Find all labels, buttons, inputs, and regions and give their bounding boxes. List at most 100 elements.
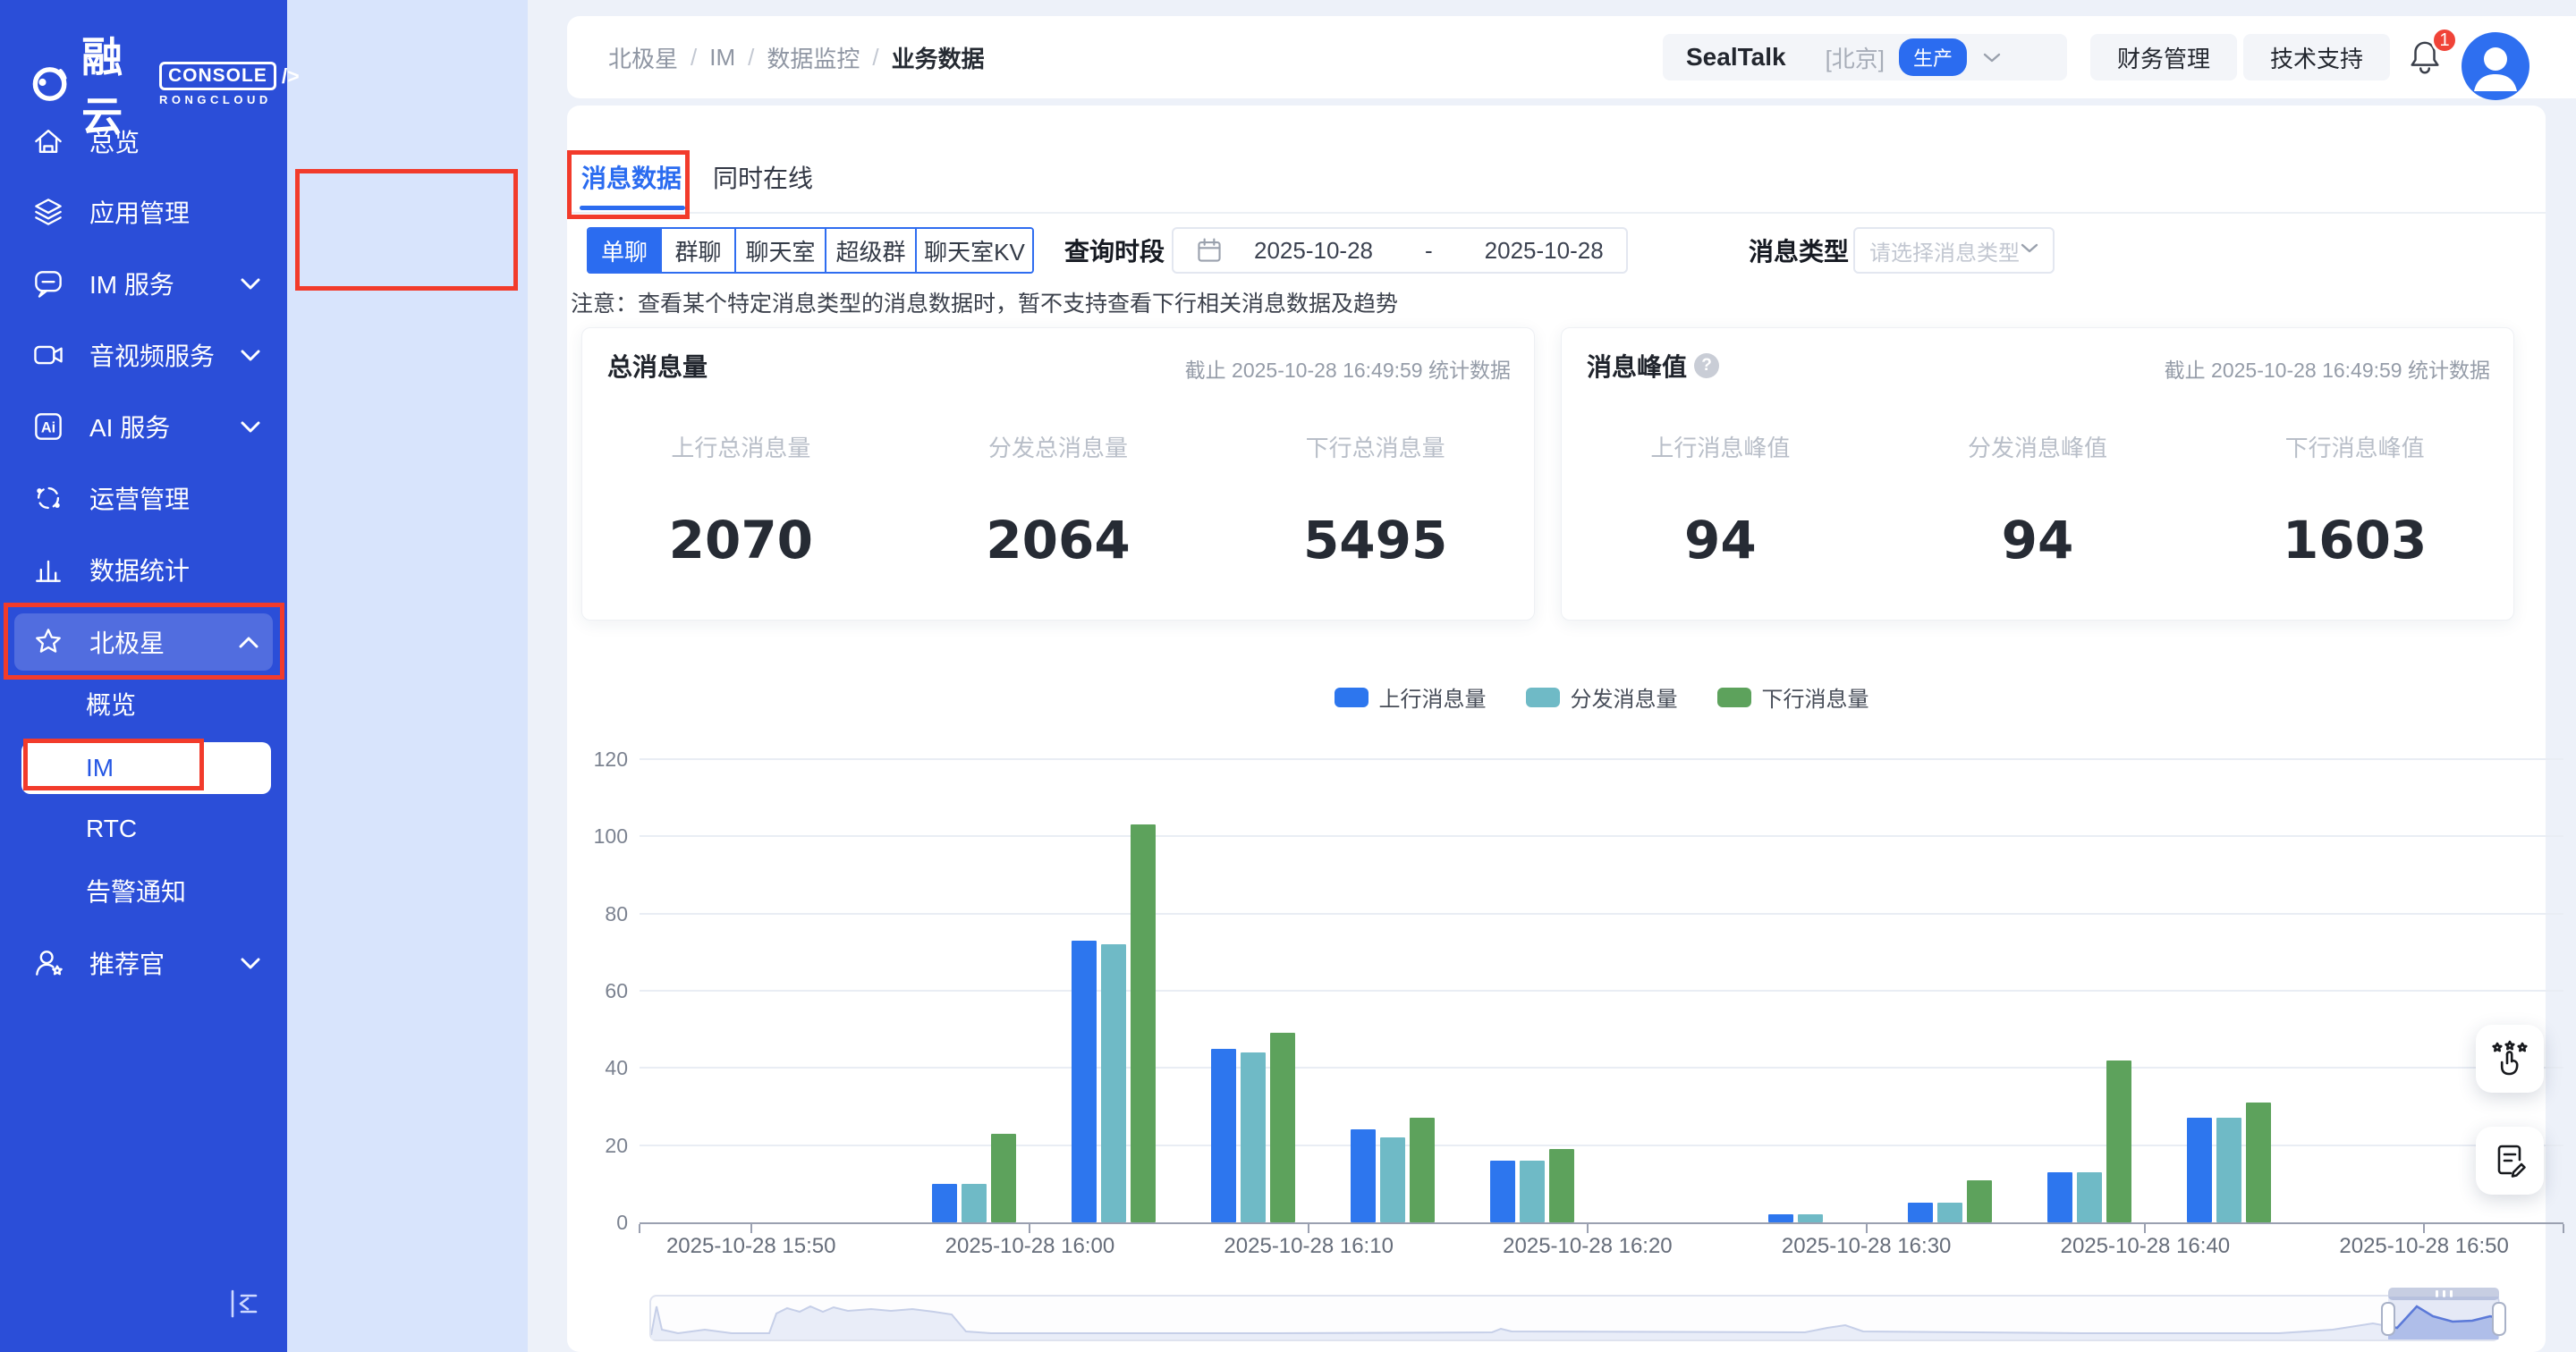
- datazoom-window[interactable]: [2388, 1297, 2499, 1339]
- notice-text: 注意：查看某个特定消息类型的消息数据时，暂不支持查看下行相关消息数据及趋势: [571, 286, 1398, 318]
- y-tick-label: 0: [567, 1211, 628, 1235]
- bar-分发消息量-16:38: [2077, 1172, 2102, 1222]
- segment-单聊[interactable]: 单聊: [589, 229, 662, 272]
- bar-下行消息量-16:03: [1131, 824, 1156, 1222]
- sidebar-item-app-management[interactable]: 应用管理: [0, 189, 287, 235]
- stat-value: 2070: [669, 510, 813, 570]
- stat-label: 分发消息峰值: [1968, 430, 2107, 463]
- date-to-value[interactable]: 2025-10-28: [1485, 237, 1604, 265]
- sidebar-item-av-service[interactable]: 音视频服务: [0, 332, 287, 378]
- ai-icon: Ai: [30, 409, 66, 444]
- x-axis-boundary-tick: [2563, 1224, 2564, 1233]
- date-from-value[interactable]: 2025-10-28: [1254, 237, 1373, 265]
- datazoom-right-handle[interactable]: [2492, 1302, 2506, 1336]
- y-tick-label: 40: [567, 1056, 628, 1080]
- segment-超级群[interactable]: 超级群: [826, 229, 917, 272]
- stat-card-1: 总消息量截止 2025-10-28 16:49:59 统计数据上行总消息量207…: [581, 327, 1535, 621]
- bar-下行消息量-16:33: [1967, 1180, 1992, 1222]
- card-title: 消息峰值: [1587, 348, 1687, 384]
- gridline-20: [640, 1145, 2563, 1146]
- legend-swatch: [1717, 688, 1751, 707]
- legend-label: 分发消息量: [1571, 681, 1678, 713]
- stat-column: 分发消息峰值 94: [1879, 414, 2197, 570]
- legend-item-分发消息量[interactable]: 分发消息量: [1526, 681, 1678, 713]
- message-type-label: 消息类型: [1749, 227, 1849, 274]
- date-range-picker[interactable]: 2025-10-28 - 2025-10-28: [1172, 227, 1628, 274]
- sidebar-item-data-statistics[interactable]: 数据统计: [0, 546, 287, 593]
- x-tick-label: 2025-10-28 16:10: [1183, 1234, 1434, 1259]
- segment-聊天室KV[interactable]: 聊天室KV: [917, 229, 1032, 272]
- chart-y-axis: 020406080100120: [567, 759, 628, 1222]
- legend-item-下行消息量[interactable]: 下行消息量: [1717, 681, 1869, 713]
- person-star-icon: [30, 945, 66, 981]
- collapse-sidebar-icon[interactable]: [224, 1284, 270, 1331]
- segment-聊天室[interactable]: 聊天室: [736, 229, 826, 272]
- breadcrumb-item[interactable]: 数据监控: [767, 41, 860, 74]
- breadcrumb-item: 业务数据: [892, 41, 985, 74]
- bar-分发消息量-16:33: [1937, 1203, 1962, 1222]
- sidebar-item-overview[interactable]: 总览: [0, 118, 287, 165]
- stat-column: 上行消息峰值94: [1562, 414, 1879, 570]
- datazoom-slider-track[interactable]: [649, 1295, 2500, 1341]
- x-tick-label: 2025-10-28 16:40: [2020, 1234, 2270, 1259]
- date-range-label: 查询时段: [1064, 227, 1165, 274]
- gridline-80: [640, 913, 2563, 915]
- stat-label: 上行总消息量: [671, 430, 810, 463]
- sidebar-item-label: 应用管理: [89, 194, 287, 230]
- stat-label: 上行消息峰值: [1650, 430, 1790, 463]
- video-icon: [30, 337, 66, 373]
- bar-分发消息量-16:08: [1241, 1052, 1266, 1222]
- x-axis-boundary-tick: [639, 1224, 640, 1233]
- breadcrumb-item[interactable]: IM: [709, 44, 735, 72]
- bar-chart-plot[interactable]: [640, 759, 2563, 1224]
- sidebar-subitem-overview[interactable]: 概览: [0, 676, 287, 731]
- avatar[interactable]: [2462, 32, 2529, 100]
- legend-swatch: [1335, 688, 1368, 707]
- rating-feedback-button[interactable]: [2476, 1025, 2544, 1093]
- tab-concurrent-online[interactable]: 同时在线: [713, 157, 813, 197]
- sidebar-subitem-alerts[interactable]: 告警通知: [0, 863, 287, 918]
- bar-下行消息量-16:43: [2246, 1103, 2271, 1222]
- sidebar-subitem-im[interactable]: IM: [21, 742, 271, 794]
- sidebar-item-north-star[interactable]: 北极星: [14, 613, 273, 671]
- notifications-button[interactable]: 1: [2394, 32, 2465, 86]
- active-tab-underline: [580, 206, 685, 210]
- message-type-select[interactable]: 请选择消息类型: [1853, 227, 2055, 274]
- sidebar-item-label: 北极星: [89, 624, 239, 660]
- stat-value: 2064: [986, 510, 1130, 570]
- app-selector[interactable]: SealTalk [北京] 生产: [1663, 34, 2067, 80]
- sidebar-item-im-service[interactable]: IM 服务: [0, 260, 287, 307]
- sidebar-subitem-rtc[interactable]: RTC: [0, 801, 287, 857]
- select-placeholder: 请选择消息类型: [1869, 235, 2020, 266]
- bar-分发消息量-16:18: [1520, 1161, 1545, 1222]
- legend-swatch: [1526, 688, 1560, 707]
- finance-button[interactable]: 财务管理: [2090, 34, 2237, 80]
- bar-下行消息量-16:08: [1270, 1033, 1295, 1222]
- support-button[interactable]: 技术支持: [2243, 34, 2390, 80]
- sidebar-item-operations[interactable]: 运营管理: [0, 475, 287, 521]
- brand-badge-rongcloud: RONGCLOUD: [159, 93, 300, 106]
- bar-分发消息量-15:58: [962, 1184, 987, 1222]
- survey-edit-button[interactable]: [2476, 1127, 2544, 1195]
- datazoom-left-handle[interactable]: [2381, 1302, 2395, 1336]
- breadcrumb-item[interactable]: 北极星: [608, 41, 678, 74]
- tab-message-data[interactable]: 消息数据: [581, 157, 682, 197]
- chat-icon: [30, 266, 66, 301]
- stat-value: 94: [2002, 510, 2074, 570]
- sidebar-item-label: 推荐官: [89, 945, 241, 981]
- card-columns: 上行总消息量2070分发总消息量2064下行总消息量5495: [582, 414, 1534, 570]
- segment-群聊[interactable]: 群聊: [662, 229, 736, 272]
- main-content: 消息数据 同时在线 单聊群聊聊天室超级群聊天室KV 查询时段 2025-10-2…: [567, 106, 2546, 1352]
- bar-上行消息量-16:18: [1490, 1161, 1515, 1222]
- sidebar-item-label: 运营管理: [89, 480, 287, 516]
- star-icon: [30, 624, 66, 660]
- legend-item-上行消息量[interactable]: 上行消息量: [1335, 681, 1487, 713]
- gridline-60: [640, 990, 2563, 992]
- annotation-box-data-monitor: [295, 169, 518, 291]
- home-icon: [30, 123, 66, 159]
- bar-上行消息量-16:03: [1072, 941, 1097, 1222]
- stat-column: 上行总消息量 2070: [582, 414, 900, 570]
- sidebar-item-ai-service[interactable]: AiAI 服务: [0, 403, 287, 450]
- help-icon[interactable]: ?: [1694, 353, 1719, 378]
- sidebar-item-referral[interactable]: 推荐官: [0, 940, 287, 986]
